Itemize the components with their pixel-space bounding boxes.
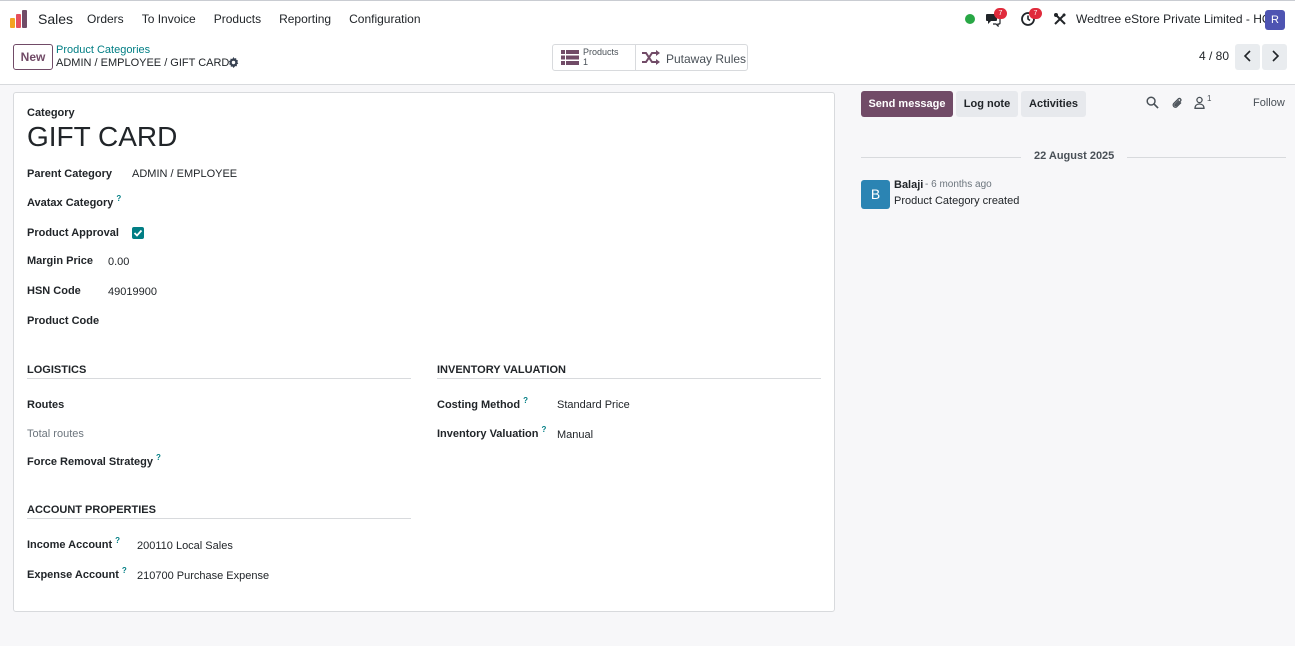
new-button[interactable]: New (13, 44, 53, 70)
breadcrumb-product-categories[interactable]: Product Categories (56, 44, 150, 56)
tools-icon[interactable] (1052, 11, 1068, 27)
inventory-valuation-label: Inventory Valuation? (437, 425, 547, 440)
products-smart-button[interactable]: Products 1 (553, 45, 636, 70)
products-smart-label: Products 1 (583, 47, 619, 67)
routes-label: Routes (27, 399, 65, 411)
form-sheet: Category GIFT CARD Parent Category ADMIN… (13, 92, 835, 612)
followers-user-icon[interactable] (1194, 96, 1208, 110)
message-date: 22 August 2025 (1034, 150, 1115, 162)
expense-account-label: Expense Account? (27, 566, 127, 581)
checkmark-icon (133, 229, 143, 237)
activities-clock-icon[interactable]: 7 (1020, 8, 1042, 27)
putaway-rules-smart-button[interactable]: Putaway Rules (636, 45, 747, 70)
help-icon: ? (116, 194, 122, 203)
product-approval-checkbox[interactable] (132, 227, 144, 239)
help-icon: ? (121, 566, 127, 575)
log-note-button[interactable]: Log note (956, 91, 1018, 117)
margin-price-field[interactable]: 0.00 (108, 256, 129, 268)
inventory-valuation-section-title: INVENTORY VALUATION (437, 364, 821, 379)
chevron-right-icon (1271, 49, 1279, 62)
sales-app-icon[interactable] (10, 10, 30, 28)
parent-category-field[interactable]: ADMIN / EMPLOYEE (132, 168, 237, 180)
income-account-field[interactable]: 200110 Local Sales (137, 540, 233, 552)
product-code-label: Product Code (27, 315, 100, 327)
search-icon[interactable] (1146, 96, 1160, 110)
messages-badge: 7 (994, 8, 1007, 19)
avatax-category-label: Avatax Category? (27, 194, 122, 209)
menu-reporting[interactable]: Reporting (279, 12, 331, 26)
list-icon (561, 50, 579, 68)
user-avatar[interactable]: R (1265, 10, 1285, 30)
inventory-valuation-field[interactable]: Manual (557, 429, 593, 441)
gear-icon[interactable] (228, 57, 239, 68)
follower-count: 1 (1207, 94, 1212, 103)
help-icon: ? (523, 396, 528, 405)
hsn-code-field[interactable]: 49019900 (108, 286, 157, 298)
pager-next-button[interactable] (1262, 44, 1287, 70)
company-switcher[interactable]: Wedtree eStore Private Limited - HO (1076, 12, 1271, 26)
message-time: - 6 months ago (925, 179, 992, 190)
paperclip-icon[interactable] (1171, 96, 1185, 110)
author-avatar[interactable]: B (861, 180, 890, 209)
breadcrumb-current: ADMIN / EMPLOYEE / GIFT CARD (56, 57, 230, 69)
pager-previous-button[interactable] (1235, 44, 1260, 70)
menu-orders[interactable]: Orders (87, 12, 124, 26)
help-icon: ? (115, 536, 121, 545)
smart-buttons: Products 1 Putaway Rules (552, 44, 748, 71)
logistics-section-title: LOGISTICS (27, 364, 411, 379)
parent-category-label: Parent Category (27, 168, 112, 180)
force-removal-strategy-label: Force Removal Strategy? (27, 453, 161, 468)
presence-status-icon (965, 14, 975, 24)
products-count: 1 (583, 57, 589, 67)
activities-badge: 7 (1029, 8, 1042, 19)
control-panel: New Product Categories ADMIN / EMPLOYEE … (0, 36, 1295, 85)
menu-to-invoice[interactable]: To Invoice (142, 12, 196, 26)
app-name[interactable]: Sales (38, 11, 73, 27)
account-properties-section-title: ACCOUNT PROPERTIES (27, 504, 411, 519)
pager-value[interactable]: 4 / 80 (1199, 49, 1229, 63)
avatax-category-field[interactable] (132, 197, 412, 211)
hsn-code-label: HSN Code (27, 285, 81, 297)
help-icon: ? (155, 453, 161, 462)
top-navbar: Sales Orders To Invoice Products Reporti… (0, 0, 1295, 36)
activities-button[interactable]: Activities (1021, 91, 1086, 117)
expense-account-field[interactable]: 210700 Purchase Expense (137, 570, 269, 582)
product-approval-label: Product Approval (27, 227, 119, 239)
costing-method-field[interactable]: Standard Price (557, 399, 630, 411)
menu-configuration[interactable]: Configuration (349, 12, 420, 26)
date-separator-line (1127, 157, 1286, 158)
income-account-label: Income Account? (27, 536, 121, 551)
follow-button[interactable]: Follow (1253, 97, 1285, 109)
putaway-rules-label: Putaway Rules (666, 52, 747, 66)
messages-icon[interactable]: 7 (985, 8, 1007, 28)
category-label: Category (27, 107, 75, 119)
send-message-button[interactable]: Send message (861, 91, 953, 117)
menu-products[interactable]: Products (214, 12, 261, 26)
message-body: Product Category created (894, 195, 1020, 207)
total-routes-label: Total routes (27, 428, 84, 440)
help-icon: ? (541, 425, 547, 434)
chevron-left-icon (1243, 49, 1251, 62)
costing-method-label: Costing Method? (437, 396, 528, 411)
shuffle-icon (642, 50, 660, 68)
main-menu: Orders To Invoice Products Reporting Con… (87, 12, 421, 26)
message-author[interactable]: Balaji (894, 179, 923, 191)
date-separator-line (861, 157, 1021, 158)
product-code-field[interactable] (108, 315, 388, 329)
margin-price-label: Margin Price (27, 255, 94, 267)
category-name-field[interactable]: GIFT CARD (27, 121, 177, 153)
